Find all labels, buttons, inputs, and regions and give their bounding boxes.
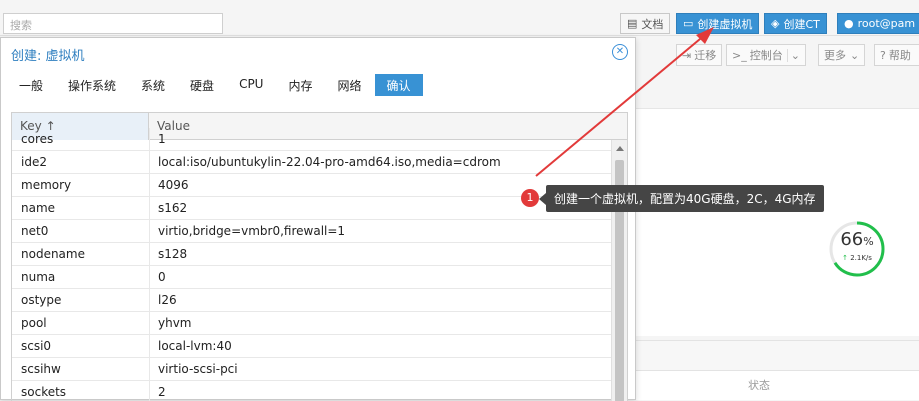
column-divider [149,128,150,151]
dialog-title: 创建: 虚拟机 [11,49,85,64]
dialog-tabs: 一般 操作系统 系统 硬盘 CPU 内存 网络 确认 [7,74,424,98]
tooltip-pointer [539,193,546,205]
create-vm-label: 创建虚拟机 [697,17,753,31]
create-ct-label: 创建CT [783,17,820,31]
row-value: virtio,bridge=vmbr0,firewall=1 [158,224,346,238]
table-row[interactable]: numa 0 [12,266,611,289]
row-key: scsi0 [21,339,52,353]
table-row[interactable]: ostype l26 [12,289,611,312]
column-divider [149,289,150,312]
task-grid [636,370,919,400]
column-divider [149,312,150,335]
row-value: l26 [158,293,177,307]
tab-5[interactable]: 内存 [276,74,324,96]
gauge-rate: ↑ 2.1K/s [842,254,872,262]
create-vm-button[interactable]: ▭ 创建虚拟机 [676,13,760,34]
console-button[interactable]: >_ 控制台 ⌄ [726,44,806,66]
docs-label: 文档 [641,17,664,31]
user-menu-button[interactable]: ● root@pam [837,13,919,34]
migrate-button[interactable]: ⇥ 迁移 [676,44,723,66]
column-divider [149,381,150,401]
tab-1[interactable]: 操作系统 [56,74,128,96]
user-icon: ● [844,17,854,30]
column-divider [149,266,150,289]
column-divider [149,335,150,358]
user-label: root@pam [857,17,916,30]
row-key: memory [21,178,72,192]
row-value: s162 [158,201,188,215]
column-divider [149,197,150,220]
search-input[interactable]: 搜索 [3,13,223,34]
create-ct-button[interactable]: ◈ 创建CT [764,13,827,34]
close-icon[interactable]: ✕ [612,44,628,60]
help-button[interactable]: ? 帮助 [874,44,919,66]
row-value: virtio-scsi-pci [158,362,238,376]
send-icon: ⇥ [682,48,692,62]
table-row[interactable]: scsi0 local-lvm:40 [12,335,611,358]
row-value: 1 [158,132,166,146]
book-icon: ▤ [627,17,638,30]
row-value: local-lvm:40 [158,339,232,353]
annotation-tooltip: 创建一个虚拟机，配置为40G硬盘，2C，4G内存 [546,185,824,212]
chevron-down-icon: ⌄ [850,48,860,62]
annotation-number: 1 [521,189,539,207]
status-column-header: 状态 [748,379,770,392]
table-row[interactable]: scsihw virtio-scsi-pci [12,358,611,381]
tab-2[interactable]: 系统 [129,74,177,96]
top-bar: 搜索 ▤ 文档 ▭ 创建虚拟机 ◈ 创建CT ● root@pam [0,0,919,36]
scrollbar[interactable] [611,140,627,401]
column-divider [149,358,150,381]
column-divider [149,151,150,174]
row-value: yhvm [158,316,192,330]
table-row[interactable]: cores 1 [12,128,611,151]
help-label: 帮助 [888,49,911,62]
row-key: name [21,201,56,215]
row-key: net0 [21,224,49,238]
tab-0[interactable]: 一般 [7,74,55,96]
column-divider [149,174,150,197]
column-divider [149,243,150,266]
row-key: pool [21,316,47,330]
cube-icon: ◈ [771,17,780,30]
table-row[interactable]: ide2 local:iso/ubuntukylin-22.04-pro-amd6… [12,151,611,174]
more-button[interactable]: 更多 ⌄ [818,44,866,66]
migrate-label: 迁移 [694,49,717,62]
row-value: 0 [158,270,166,284]
row-key: nodename [21,247,85,261]
vm-toolbar: ⇥ 迁移 >_ 控制台 ⌄ 更多 ⌄ ? 帮助 [636,44,919,70]
docs-button[interactable]: ▤ 文档 [620,13,671,34]
row-key: ide2 [21,155,47,169]
help-icon: ? [880,48,886,62]
table-row[interactable]: pool yhvm [12,312,611,335]
terminal-icon: >_ [732,48,747,62]
row-value: 2 [158,385,166,399]
tab-6[interactable]: 网络 [325,74,373,96]
row-key: scsihw [21,362,61,376]
table-row[interactable]: net0 virtio,bridge=vmbr0,firewall=1 [12,220,611,243]
table-row[interactable]: sockets 2 [12,381,611,401]
tab-7[interactable]: 确认 [374,74,423,96]
row-key: cores [21,132,54,146]
more-label: 更多 [824,49,846,62]
column-divider [149,220,150,243]
tab-4[interactable]: CPU [227,74,275,96]
arrow-up-icon: ↑ [842,254,848,262]
row-value: local:iso/ubuntukylin-22.04-pro-amd64.is… [158,155,501,169]
monitor-icon: ▭ [683,17,694,30]
confirm-grid: Key ↑ Value cores 1 ide2 local:iso/ubuntuky… [11,112,628,401]
create-vm-dialog: 创建: 虚拟机 ✕ 一般 操作系统 系统 硬盘 CPU 内存 网络 确认 Key ↑ Valu… [0,37,636,401]
row-key: numa [21,270,56,284]
row-value: 4096 [158,178,189,192]
scroll-up-icon[interactable] [616,146,624,151]
gauge-percent: 66% [840,229,874,250]
row-value: s128 [158,247,188,261]
row-key: sockets [21,385,67,399]
row-key: ostype [21,293,62,307]
tab-3[interactable]: 硬盘 [178,74,226,96]
table-row[interactable]: nodename s128 [12,243,611,266]
chevron-down-icon: ⌄ [786,48,800,62]
console-label: 控制台 [749,49,783,62]
